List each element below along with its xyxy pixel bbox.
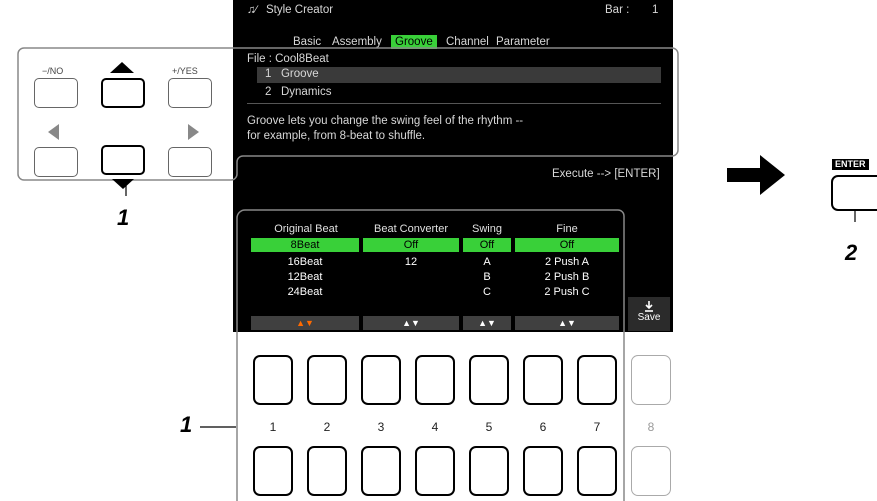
yes-label: +/YES xyxy=(172,66,198,76)
button-number: 2 xyxy=(323,420,331,434)
callout-number: 2 xyxy=(845,240,858,265)
right-button[interactable] xyxy=(168,147,212,177)
button-number: 5 xyxy=(485,420,493,434)
upper-button-4[interactable] xyxy=(415,355,455,405)
yes-button[interactable] xyxy=(168,78,212,108)
upper-button-3[interactable] xyxy=(361,355,401,405)
lower-button-5[interactable] xyxy=(469,446,509,496)
left-arrow-icon xyxy=(48,124,59,140)
up-arrow-icon xyxy=(110,62,134,73)
callout-number: 1 xyxy=(117,205,130,230)
upper-button-7[interactable] xyxy=(577,355,617,405)
upper-button-2[interactable] xyxy=(307,355,347,405)
lower-button-8[interactable] xyxy=(631,446,671,496)
button-number: 4 xyxy=(431,420,439,434)
down-arrow-icon xyxy=(112,179,134,189)
down-button[interactable] xyxy=(101,145,145,175)
no-label: −/NO xyxy=(42,66,64,76)
upper-button-6[interactable] xyxy=(523,355,563,405)
no-button[interactable] xyxy=(34,78,78,108)
lower-button-2[interactable] xyxy=(307,446,347,496)
left-button[interactable] xyxy=(34,147,78,177)
callout-number: 1 xyxy=(180,412,193,437)
lower-button-4[interactable] xyxy=(415,446,455,496)
up-button[interactable] xyxy=(101,78,145,108)
enter-label: ENTER xyxy=(832,159,869,170)
lower-button-6[interactable] xyxy=(523,446,563,496)
button-number: 1 xyxy=(269,420,277,434)
button-number: 7 xyxy=(593,420,601,434)
upper-button-1[interactable] xyxy=(253,355,293,405)
right-arrow-icon xyxy=(188,124,199,140)
button-number: 6 xyxy=(539,420,547,434)
lower-button-3[interactable] xyxy=(361,446,401,496)
button-number: 8 xyxy=(647,420,655,434)
upper-button-8[interactable] xyxy=(631,355,671,405)
lower-button-1[interactable] xyxy=(253,446,293,496)
lower-button-7[interactable] xyxy=(577,446,617,496)
enter-button[interactable] xyxy=(834,178,877,208)
upper-button-5[interactable] xyxy=(469,355,509,405)
button-number: 3 xyxy=(377,420,385,434)
